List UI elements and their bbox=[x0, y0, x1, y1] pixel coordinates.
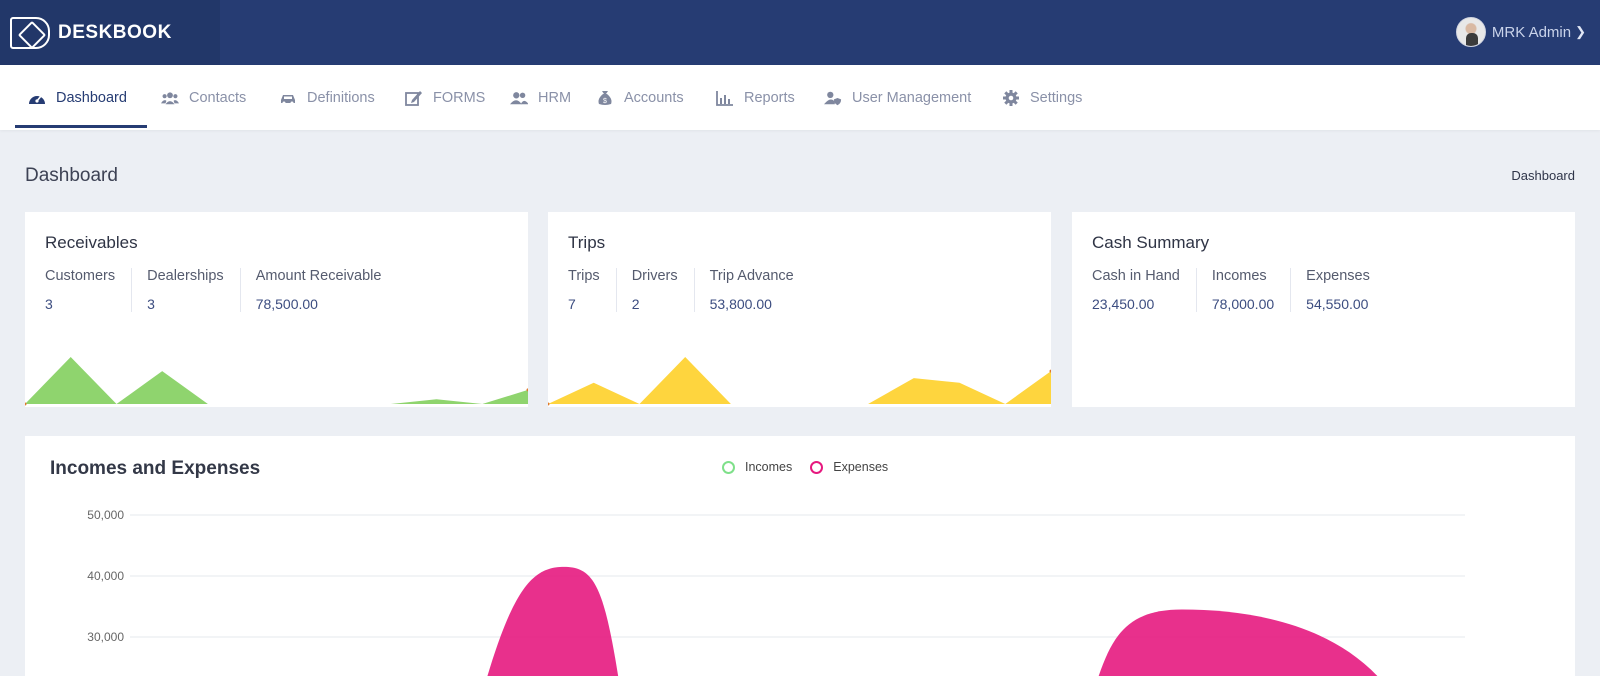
sparkline-point bbox=[548, 402, 550, 406]
tab-label: FORMS bbox=[433, 89, 486, 106]
incomes-expenses-card: 50,000 40,000 30,000 Incomes and Expenses … bbox=[25, 436, 1575, 676]
edit-icon bbox=[405, 90, 423, 106]
stat-value: 7 bbox=[568, 296, 576, 312]
stat-trips: Trips 7 bbox=[568, 268, 617, 312]
stat-label: Expenses bbox=[1306, 268, 1370, 284]
stats-row: Customers 3 Dealerships 3 Amount Receiva… bbox=[45, 268, 412, 312]
page-title: Dashboard bbox=[25, 165, 118, 186]
legend-label: Expenses bbox=[833, 460, 889, 474]
chart-legend: Incomes Expenses bbox=[722, 460, 906, 474]
tab-dashboard[interactable]: Dashboard bbox=[28, 65, 127, 130]
stat-value: 53,800.00 bbox=[709, 296, 772, 312]
svg-text:$: $ bbox=[603, 98, 607, 105]
car-icon bbox=[279, 90, 297, 106]
stat-incomes: Incomes 78,000.00 bbox=[1211, 268, 1292, 312]
legend-label: Incomes bbox=[745, 460, 793, 474]
stat-value: 3 bbox=[147, 296, 155, 312]
card-title: Trips bbox=[568, 233, 606, 252]
stat-dealerships: Dealerships 3 bbox=[147, 268, 241, 312]
avatar bbox=[1455, 17, 1486, 47]
breadcrumb[interactable]: Dashboard bbox=[1511, 168, 1575, 183]
expenses-area bbox=[1098, 609, 1378, 676]
tab-definitions[interactable]: Definitions bbox=[279, 65, 375, 130]
stats-row: Trips 7 Drivers 2 Trip Advance 53,800.00 bbox=[568, 268, 825, 312]
y-tick-label: 30,000 bbox=[87, 630, 124, 644]
bar-chart-icon bbox=[716, 90, 734, 106]
gear-icon bbox=[1002, 89, 1020, 106]
expenses-area bbox=[487, 566, 619, 676]
receivables-card: Receivables Customers 3 Dealerships 3 Am… bbox=[25, 212, 528, 407]
tab-label: Contacts bbox=[189, 89, 247, 106]
stat-label: Trip Advance bbox=[709, 268, 794, 284]
stat-label: Customers bbox=[45, 268, 116, 284]
tab-reports[interactable]: Reports bbox=[716, 65, 795, 130]
stat-label: Drivers bbox=[631, 268, 678, 284]
top-bar: DESKBOOK MRK Admin ❯ bbox=[0, 0, 1600, 65]
stat-amount-receivable: Amount Receivable 78,500.00 bbox=[256, 268, 398, 312]
tab-hrm[interactable]: HRM bbox=[510, 65, 571, 130]
tab-label: Dashboard bbox=[56, 89, 127, 106]
tab-accounts[interactable]: $ Accounts bbox=[596, 65, 684, 130]
stat-value: 2 bbox=[631, 296, 640, 312]
stat-value: 23,450.00 bbox=[1092, 296, 1155, 312]
legend-marker bbox=[722, 460, 735, 474]
stat-label: Amount Receivable bbox=[255, 268, 382, 284]
brand-logo[interactable]: DESKBOOK bbox=[0, 0, 220, 65]
card-title: Receivables bbox=[45, 233, 138, 252]
brand-name: DESKBOOK bbox=[58, 21, 172, 43]
tab-settings[interactable]: Settings bbox=[1002, 65, 1082, 130]
stat-value: 3 bbox=[45, 296, 53, 312]
logo-icon bbox=[10, 16, 50, 49]
stats-row: Cash in Hand 23,450.00 Incomes 78,000.00… bbox=[1092, 268, 1401, 312]
tab-label: Accounts bbox=[624, 89, 684, 106]
stat-value: 54,550.00 bbox=[1306, 296, 1369, 312]
stat-label: Dealerships bbox=[147, 268, 224, 284]
card-title: Cash Summary bbox=[1092, 233, 1210, 252]
stat-cash-in-hand: Cash in Hand 23,450.00 bbox=[1092, 268, 1197, 312]
tab-forms[interactable]: FORMS bbox=[405, 65, 485, 130]
chart-title: Incomes and Expenses bbox=[50, 458, 261, 479]
tab-label: HRM bbox=[538, 89, 572, 106]
stat-customers: Customers 3 bbox=[45, 268, 133, 312]
user-menu[interactable]: MRK Admin ❯ bbox=[1455, 17, 1586, 47]
tab-user-management[interactable]: User Management bbox=[824, 65, 971, 130]
tab-label: Reports bbox=[744, 89, 795, 106]
stat-drivers: Drivers 2 bbox=[632, 268, 695, 312]
active-tab-indicator bbox=[15, 125, 147, 128]
speedometer-icon bbox=[28, 90, 46, 106]
legend-incomes[interactable]: Incomes bbox=[722, 460, 792, 474]
user-name: MRK Admin bbox=[1491, 23, 1572, 41]
tab-contacts[interactable]: Contacts bbox=[161, 65, 246, 130]
tab-label: Definitions bbox=[307, 89, 375, 106]
user-group-icon bbox=[510, 90, 528, 106]
stat-expenses: Expenses 54,550.00 bbox=[1306, 268, 1386, 312]
user-shield-icon bbox=[824, 90, 842, 106]
cash-summary-card: Cash Summary Cash in Hand 23,450.00 Inco… bbox=[1072, 212, 1575, 407]
stat-value: 78,500.00 bbox=[255, 296, 318, 312]
legend-marker bbox=[810, 460, 824, 474]
money-bag-icon: $ bbox=[596, 90, 614, 106]
stat-label: Trips bbox=[568, 268, 600, 284]
stat-label: Cash in Hand bbox=[1092, 268, 1180, 284]
users-icon bbox=[161, 90, 179, 106]
trips-sparkline bbox=[548, 357, 1051, 406]
main-nav: Dashboard Contacts Definitions FORMS HRM… bbox=[0, 65, 1600, 130]
receivables-sparkline bbox=[25, 357, 528, 406]
stat-label: Incomes bbox=[1211, 268, 1267, 284]
sparkline-area bbox=[25, 357, 528, 404]
sparkline-area bbox=[548, 357, 1051, 404]
tab-label: User Management bbox=[852, 89, 972, 106]
stat-value: 78,000.00 bbox=[1211, 296, 1275, 312]
tab-label: Settings bbox=[1030, 89, 1083, 106]
y-tick-label: 40,000 bbox=[87, 569, 124, 583]
chevron-down-icon: ❯ bbox=[1575, 24, 1586, 39]
legend-expenses[interactable]: Expenses bbox=[810, 460, 888, 474]
stat-trip-advance: Trip Advance 53,800.00 bbox=[710, 268, 810, 312]
y-tick-label: 50,000 bbox=[87, 508, 124, 522]
trips-card: Trips Trips 7 Drivers 2 Trip Advance 53,… bbox=[548, 212, 1051, 407]
